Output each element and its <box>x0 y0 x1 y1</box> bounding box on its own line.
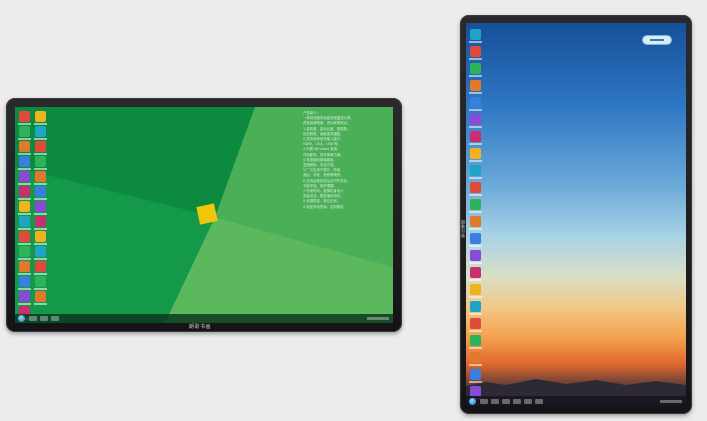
desktop-app-icon[interactable] <box>34 231 47 245</box>
taskbar-app-button[interactable] <box>480 398 488 404</box>
desktop-app-icon[interactable] <box>34 201 47 215</box>
desktop-app-icon[interactable] <box>18 171 31 185</box>
desktop-app-icon[interactable] <box>18 111 31 125</box>
desktop-app-icon[interactable] <box>34 261 47 275</box>
desktop-app-icon[interactable] <box>18 261 31 275</box>
desktop-app-icon[interactable] <box>469 335 482 349</box>
desktop-app-icon[interactable] <box>18 201 31 215</box>
desktop-app-icon[interactable] <box>469 97 482 111</box>
monitor-brand-label: 朗歌书画 <box>461 220 466 238</box>
desktop-icons-column-2 <box>34 111 47 306</box>
desktop-app-icon[interactable] <box>469 267 482 281</box>
product-description-text: 产品简介： 一体机电脑采用高清液晶显示屏， 具有高清晰度、低功耗等特点。 1.高亮度、… <box>303 111 389 210</box>
desktop-app-icon[interactable] <box>469 29 482 43</box>
desktop-app-icon[interactable] <box>34 276 47 290</box>
desktop-app-icon[interactable] <box>18 216 31 230</box>
portrait-monitor: 朗歌书画 <box>460 15 692 414</box>
desktop-app-icon[interactable] <box>34 186 47 200</box>
desktop-app-icon[interactable] <box>469 301 482 315</box>
desktop-app-icon[interactable] <box>469 369 482 383</box>
taskbar-app-button[interactable] <box>491 398 499 404</box>
desktop-app-icon[interactable] <box>18 231 31 245</box>
desktop-app-icon[interactable] <box>469 352 482 366</box>
landscape-taskbar <box>15 314 393 323</box>
desktop-app-icon[interactable] <box>469 165 482 179</box>
start-button-icon[interactable] <box>18 315 25 322</box>
desktop-app-icon[interactable] <box>34 141 47 155</box>
desktop-app-icon[interactable] <box>469 182 482 196</box>
desktop-app-icon[interactable] <box>469 63 482 77</box>
desktop-app-icon[interactable] <box>34 246 47 260</box>
desktop-app-icon[interactable] <box>18 141 31 155</box>
desktop-icons-column-1 <box>18 111 31 321</box>
desktop-app-icon[interactable] <box>469 233 482 247</box>
portrait-taskbar <box>466 396 686 406</box>
taskbar-app-button[interactable] <box>40 316 48 321</box>
desktop-app-icon[interactable] <box>34 156 47 170</box>
desktop-app-icon[interactable] <box>469 250 482 264</box>
description-line: 9.欢迎来电咨询，定制服务。 <box>303 204 347 209</box>
desktop-app-icon[interactable] <box>469 216 482 230</box>
desktop-app-icon[interactable] <box>469 148 482 162</box>
desktop-app-icon[interactable] <box>469 318 482 332</box>
desktop-app-icon[interactable] <box>18 276 31 290</box>
system-tray[interactable] <box>660 399 682 403</box>
start-button-icon[interactable] <box>469 397 476 405</box>
taskbar-app-button[interactable] <box>502 398 510 404</box>
taskbar-app-button[interactable] <box>51 316 59 321</box>
windows-logo-icon <box>196 203 218 225</box>
weather-widget[interactable] <box>642 35 672 45</box>
desktop-app-icon[interactable] <box>18 246 31 260</box>
desktop-app-icon[interactable] <box>469 131 482 145</box>
desktop-app-icon[interactable] <box>34 111 47 125</box>
desktop-app-icon[interactable] <box>18 291 31 305</box>
desktop-app-icon[interactable] <box>34 291 47 305</box>
desktop-app-icon[interactable] <box>469 284 482 298</box>
desktop-icons-column <box>469 29 482 403</box>
landscape-screen: 产品简介： 一体机电脑采用高清液晶显示屏， 具有高清晰度、低功耗等特点。 1.高亮度、… <box>15 107 393 323</box>
monitor-brand-label: 朗歌书画 <box>189 324 212 330</box>
desktop-app-icon[interactable] <box>34 126 47 140</box>
desktop-app-icon[interactable] <box>18 156 31 170</box>
desktop-app-icon[interactable] <box>469 80 482 94</box>
taskbar-app-button[interactable] <box>535 398 543 404</box>
desktop-app-icon[interactable] <box>34 216 47 230</box>
desktop-app-icon[interactable] <box>34 171 47 185</box>
landscape-monitor: 产品简介： 一体机电脑采用高清液晶显示屏， 具有高清晰度、低功耗等特点。 1.高亮度、… <box>6 98 402 332</box>
portrait-screen <box>466 23 686 406</box>
taskbar-app-button[interactable] <box>513 398 521 404</box>
system-tray[interactable] <box>367 317 389 320</box>
desktop-app-icon[interactable] <box>18 126 31 140</box>
desktop-app-icon[interactable] <box>469 46 482 60</box>
desktop-app-icon[interactable] <box>18 186 31 200</box>
mountain-silhouette <box>466 379 686 396</box>
desktop-app-icon[interactable] <box>469 199 482 213</box>
taskbar-app-button[interactable] <box>29 316 37 321</box>
desktop-app-icon[interactable] <box>469 114 482 128</box>
taskbar-app-button[interactable] <box>524 398 532 404</box>
